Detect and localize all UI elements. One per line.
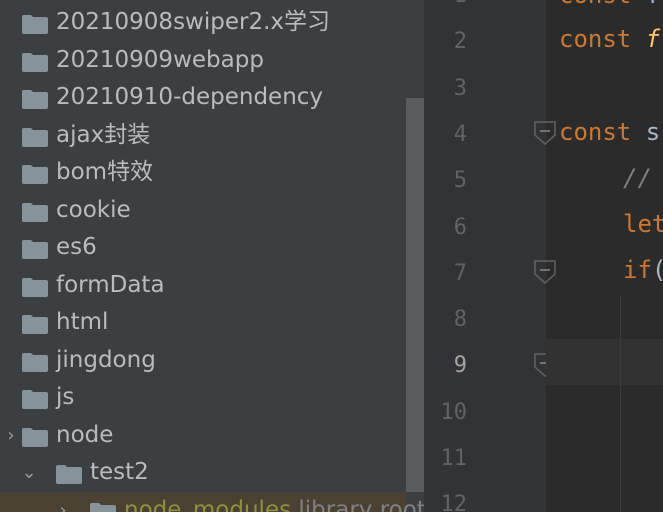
line-number: 9 bbox=[453, 353, 467, 379]
code-text: s bbox=[631, 118, 661, 146]
tree-item-folder[interactable]: 20210908swiper2.x学习 bbox=[0, 4, 406, 41]
line-number: 6 bbox=[453, 214, 467, 240]
tree-item-label: node bbox=[56, 417, 113, 454]
tree-item-name: 20210908swiper2.x学习 bbox=[56, 9, 331, 35]
tree-item-name: bom特效 bbox=[56, 159, 154, 185]
tree-item-label: 20210910-dependency bbox=[56, 79, 323, 116]
chevron-down-icon[interactable]: ⌄ bbox=[18, 454, 40, 491]
tree-item-folder[interactable]: › node bbox=[0, 417, 406, 454]
tree-item-label: node_modules library root bbox=[124, 492, 424, 512]
project-tree-panel: 20210908swiper2.x学习 20210909webapp 2021091… bbox=[0, 0, 424, 512]
folder-icon bbox=[22, 52, 48, 72]
folder-icon bbox=[22, 90, 48, 109]
line-number: 5 bbox=[453, 168, 467, 194]
library-root-suffix: library root bbox=[291, 496, 424, 512]
tree-item-name: html bbox=[56, 309, 109, 335]
chevron-right-icon[interactable]: › bbox=[52, 492, 74, 512]
line-number: 3 bbox=[453, 75, 467, 101]
folder-icon bbox=[22, 315, 48, 334]
keyword: const bbox=[559, 0, 631, 9]
folder-icon bbox=[22, 127, 48, 147]
line-number: 8 bbox=[453, 307, 467, 333]
folder-icon bbox=[22, 352, 48, 372]
folder-icon bbox=[22, 240, 48, 259]
tree-item-folder[interactable]: ⌄ test2 bbox=[0, 454, 406, 491]
tree-item-label: cookie bbox=[56, 192, 131, 229]
keyword: if bbox=[623, 256, 652, 284]
line-number: 2 bbox=[453, 29, 467, 55]
tree-item-name: es6 bbox=[56, 234, 97, 260]
indent-guide bbox=[620, 296, 621, 512]
function-name: f bbox=[645, 25, 661, 53]
keyword: const bbox=[559, 118, 632, 146]
tree-item-label: formData bbox=[56, 267, 165, 304]
line-number: 10 bbox=[440, 399, 468, 425]
comment: // bbox=[623, 164, 652, 192]
tree-item-folder[interactable]: 20210909webapp bbox=[0, 42, 406, 79]
tree-scrollbar[interactable] bbox=[406, 98, 424, 492]
folder-icon bbox=[22, 165, 48, 184]
code-editor[interactable]: 123456789101112 const f const f const s … bbox=[424, 0, 663, 512]
tree-item-folder[interactable]: ajax封装 bbox=[0, 117, 406, 154]
tree-item-name: node_modules bbox=[124, 496, 292, 512]
folder-icon bbox=[56, 465, 82, 484]
code-line-7[interactable]: if( bbox=[623, 247, 663, 293]
tree-item-name: formData bbox=[56, 271, 165, 298]
line-number: 7 bbox=[453, 260, 467, 286]
code-text: f bbox=[631, 0, 660, 9]
folder-icon bbox=[90, 502, 116, 512]
folder-icon bbox=[22, 390, 48, 409]
code-line-6[interactable]: let bbox=[623, 201, 663, 247]
tree-item-label: test2 bbox=[90, 454, 149, 491]
code-line-5[interactable]: // bbox=[623, 155, 652, 201]
tree-item-name: 20210910-dependency bbox=[56, 84, 324, 110]
tree-item-name: jingdong bbox=[56, 346, 156, 373]
tree-item-label: 20210908swiper2.x学习 bbox=[56, 4, 330, 41]
tree-item-folder[interactable]: formData bbox=[0, 267, 406, 304]
tree-item-label: es6 bbox=[56, 229, 97, 266]
folder-icon bbox=[22, 277, 48, 297]
tree-item-name: node bbox=[56, 421, 114, 448]
tree-item-name: cookie bbox=[56, 196, 131, 223]
tree-item-folder[interactable]: 20210910-dependency bbox=[0, 79, 406, 116]
fold-marker-icon[interactable] bbox=[534, 260, 556, 284]
tree-item-label: js bbox=[56, 379, 74, 416]
folder-icon bbox=[22, 202, 48, 222]
tree-item-folder[interactable]: js bbox=[0, 379, 406, 416]
line-number: 12 bbox=[440, 492, 468, 512]
code-line-4[interactable]: const s bbox=[559, 109, 660, 155]
line-number: 1 bbox=[424, 0, 467, 19]
tree-item-label: bom特效 bbox=[56, 154, 153, 191]
tree-item-folder[interactable]: html bbox=[0, 304, 406, 341]
tree-item-name: js bbox=[56, 384, 75, 410]
fold-marker-icon[interactable] bbox=[534, 121, 556, 145]
current-line-highlight bbox=[546, 339, 663, 385]
line-number: 4 bbox=[453, 121, 467, 147]
tree-item-label: html bbox=[56, 304, 108, 341]
tree-item-name: 20210909webapp bbox=[56, 46, 264, 73]
folder-icon bbox=[22, 427, 48, 447]
folder-icon bbox=[22, 15, 48, 34]
editor-gutter: 123456789101112 bbox=[424, 0, 556, 512]
tree-item-library-folder[interactable]: › node_modules library root bbox=[0, 491, 424, 512]
chevron-right-icon[interactable]: › bbox=[0, 417, 22, 454]
line-number: 11 bbox=[440, 446, 468, 471]
tree-item-label: 20210909webapp bbox=[56, 42, 264, 79]
tree-item-folder[interactable]: es6 bbox=[0, 229, 406, 266]
tree-item-folder[interactable]: bom特效 bbox=[0, 154, 406, 191]
tree-item-name: ajax封装 bbox=[56, 121, 151, 148]
tree-item-label: jingdong bbox=[56, 342, 156, 379]
code-text: ( bbox=[652, 256, 663, 284]
tree-item-name: test2 bbox=[90, 459, 149, 485]
keyword: let bbox=[623, 210, 663, 238]
code-line-2[interactable]: const f bbox=[559, 16, 660, 62]
tree-item-label: ajax封装 bbox=[56, 117, 150, 154]
keyword: const bbox=[559, 25, 632, 53]
tree-item-folder[interactable]: jingdong bbox=[0, 342, 406, 379]
tree-item-folder[interactable]: cookie bbox=[0, 192, 406, 229]
